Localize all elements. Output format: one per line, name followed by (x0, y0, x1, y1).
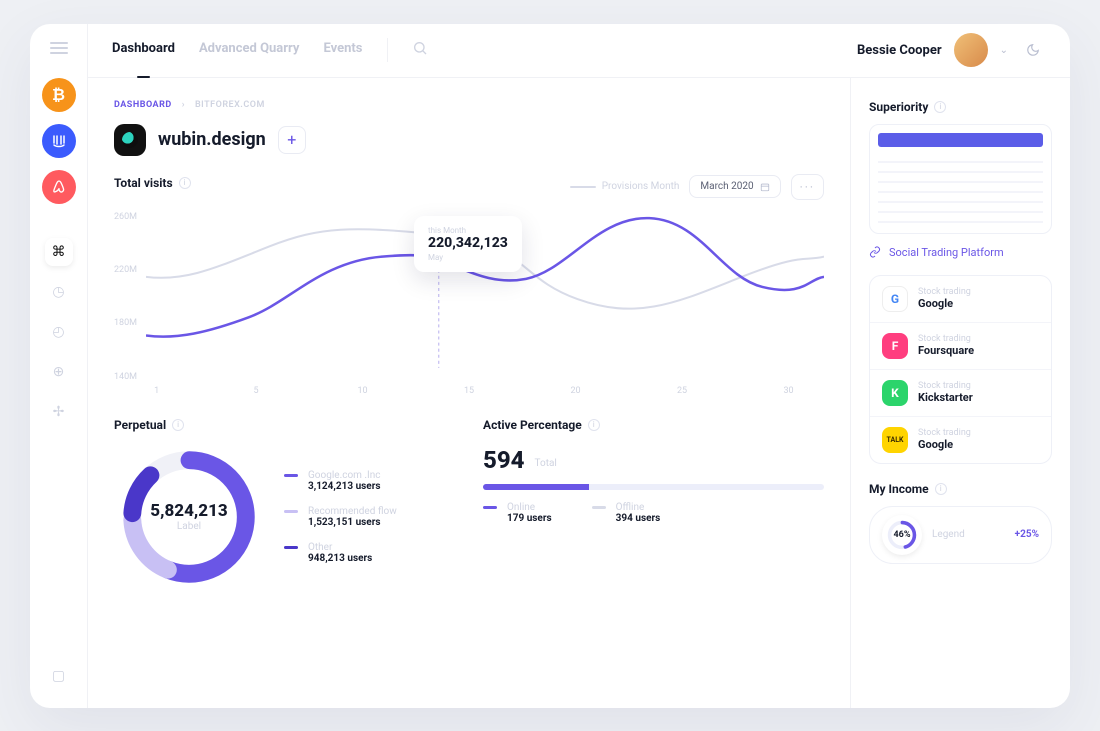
top-tabs: Dashboard Advanced Quarry Events (112, 41, 363, 60)
xtick: 10 (357, 386, 367, 396)
perpetual-card: Perpetual i (114, 418, 455, 592)
legend-online: Online179 users (483, 502, 552, 524)
kakaotalk-icon: TALK (882, 427, 908, 453)
legend-swatch (592, 506, 606, 509)
google-icon: G (882, 286, 908, 312)
page-header: wubin.design + (114, 124, 824, 156)
page-title: wubin.design (158, 129, 266, 150)
info-icon[interactable]: i (935, 483, 947, 495)
stock-item-kakaotalk[interactable]: TALK Stock tradingGoogle (870, 417, 1051, 463)
info-icon[interactable]: i (172, 419, 184, 431)
active-percentage-card: Active Percentage i 594 Total Online179 … (483, 418, 824, 592)
stock-item-kickstarter[interactable]: K Stock tradingKickstarter (870, 370, 1051, 417)
xtick: 25 (677, 386, 687, 396)
superiority-preview[interactable] (869, 124, 1052, 234)
right-panel: Superiority i Social Trading Platform G … (850, 78, 1070, 708)
legend-prev-month: Provisions Month (570, 181, 680, 192)
perpetual-total: 5,824,213 (150, 501, 227, 521)
tab-dashboard[interactable]: Dashboard (112, 41, 175, 60)
site-logo (114, 124, 146, 156)
income-title: My Income (869, 482, 929, 496)
topbar: Dashboard Advanced Quarry Events Bessie … (88, 24, 1070, 78)
legend-swatch (284, 546, 298, 549)
breadcrumb: DASHBOARD › BITFOREX.COM (114, 100, 824, 110)
legend-item: Other948,213 users (284, 542, 397, 564)
info-icon[interactable]: i (179, 177, 191, 189)
income-legend: Legend (932, 529, 965, 540)
divider (387, 38, 388, 62)
ytick: 260M (114, 212, 137, 222)
income-widget: 46% Legend +25% (869, 506, 1052, 564)
legend-swatch (284, 474, 298, 477)
kickstarter-icon: K (882, 380, 908, 406)
main: Dashboard Advanced Quarry Events Bessie … (88, 24, 1070, 708)
crumb-dashboard[interactable]: DASHBOARD (114, 100, 172, 110)
legend-item: Recommended flow1,523,151 users (284, 506, 397, 528)
ytick: 220M (114, 265, 137, 275)
social-trading-link[interactable]: Social Trading Platform (869, 246, 1052, 259)
tab-events[interactable]: Events (323, 41, 362, 60)
ytick: 140M (114, 372, 137, 382)
superiority-title: Superiority (869, 100, 928, 114)
stock-item-google[interactable]: G Stock tradingGoogle (870, 276, 1051, 323)
month-picker[interactable]: March 2020 (689, 175, 780, 198)
rail-tool-history-icon[interactable]: ◷ (45, 278, 73, 306)
rail-item-bitcoin[interactable]: ₿ (42, 78, 76, 112)
perpetual-donut: 5,824,213 Label (114, 442, 264, 592)
income-donut: 46% (882, 515, 922, 555)
active-pct-total: 594 (483, 446, 525, 474)
body: DASHBOARD › BITFOREX.COM wubin.design + … (88, 78, 1070, 708)
xtick: 1 (154, 386, 159, 396)
content: DASHBOARD › BITFOREX.COM wubin.design + … (88, 78, 850, 708)
legend-swatch (483, 506, 497, 509)
income-change: +25% (1015, 529, 1039, 540)
chart-more-button[interactable]: ··· (791, 174, 824, 200)
search-icon[interactable] (412, 40, 428, 60)
xtick: 5 (253, 386, 258, 396)
xtick: 20 (570, 386, 580, 396)
ytick: 180M (114, 318, 137, 328)
rail-tool-globe-icon[interactable]: ⊕ (45, 358, 73, 386)
rail-tool-settings-icon[interactable]: ✢ (45, 398, 73, 426)
stock-list: G Stock tradingGoogle F Stock tradingFou… (869, 275, 1052, 464)
rail-item-airbnb[interactable] (42, 170, 76, 204)
info-icon[interactable]: i (588, 419, 600, 431)
perpetual-total-label: Label (177, 521, 201, 532)
stock-item-foursquare[interactable]: F Stock tradingFoursquare (870, 323, 1051, 370)
user-name: Bessie Cooper (857, 43, 942, 58)
rail-tool-command[interactable]: ⌘ (45, 238, 73, 266)
crumb-site[interactable]: BITFOREX.COM (195, 100, 265, 110)
dark-mode-toggle[interactable] (1020, 37, 1046, 63)
add-button[interactable]: + (278, 126, 306, 154)
tab-advanced-quarry[interactable]: Advanced Quarry (199, 41, 300, 60)
legend-swatch (284, 510, 298, 513)
active-pct-progress (483, 484, 824, 490)
rail-item-intercom[interactable] (42, 124, 76, 158)
avatar[interactable] (954, 33, 988, 67)
active-pct-title: Active Percentage (483, 418, 582, 432)
info-icon[interactable]: i (934, 101, 946, 113)
chart-title: Total visits (114, 176, 173, 190)
app-window: ₿ ⌘ ◷ ◴ ⊕ ✢ ▢ Dashboard Advanced Quarry … (30, 24, 1070, 708)
perpetual-legend: Google.com .Inc3,124,213 users Recommend… (284, 470, 397, 564)
legend-offline: Offline394 users (592, 502, 661, 524)
legend-item: Google.com .Inc3,124,213 users (284, 470, 397, 492)
menu-icon[interactable] (50, 42, 68, 54)
visits-chart: 260M 220M 180M 140M this Month (114, 206, 824, 396)
rail-tool-clock-icon[interactable]: ◴ (45, 318, 73, 346)
xtick: 15 (464, 386, 474, 396)
active-pct-total-label: Total (535, 458, 557, 469)
chevron-right-icon: › (182, 100, 185, 110)
rail-chat-icon[interactable]: ▢ (45, 662, 73, 690)
xtick: 30 (783, 386, 793, 396)
user-menu-chevron-icon[interactable]: ⌄ (1000, 45, 1008, 56)
foursquare-icon: F (882, 333, 908, 359)
chart-header: Total visits i Provisions Month March 20… (114, 174, 824, 200)
sidebar-rail: ₿ ⌘ ◷ ◴ ⊕ ✢ ▢ (30, 24, 88, 708)
perpetual-title: Perpetual (114, 418, 166, 432)
